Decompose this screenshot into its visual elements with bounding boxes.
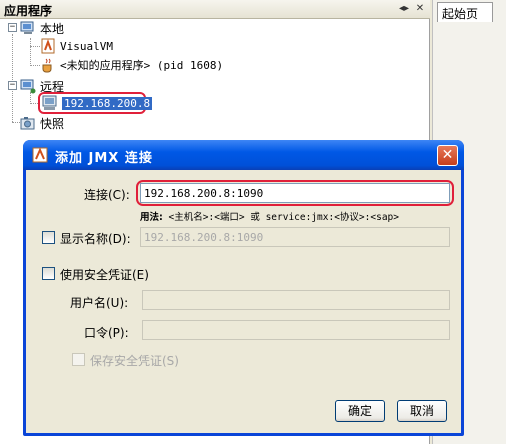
- usage-hint-label: 用法:: [140, 212, 163, 223]
- password-label: 口令(P):: [84, 326, 129, 340]
- remote-host-icon: [42, 95, 58, 111]
- tree-node-local[interactable]: 本地: [20, 19, 64, 37]
- username-label: 用户名(U):: [70, 296, 129, 310]
- app-icon: [32, 147, 48, 163]
- tree-node-remote-host[interactable]: 192.168.200.8: [42, 94, 153, 112]
- cancel-button[interactable]: 取消: [397, 400, 447, 422]
- panel-close-icon[interactable]: ✕: [414, 3, 426, 15]
- tree-node-visualvm[interactable]: VisualVM: [40, 37, 113, 55]
- add-jmx-connection-dialog: 添加 JMX 连接 ✕ 连接(C): 192.168.200.8:1090 用法…: [23, 140, 464, 436]
- computer-icon: [20, 20, 36, 36]
- local-expander[interactable]: −: [8, 23, 17, 32]
- tree-connector: [30, 38, 31, 66]
- tree-node-label: VisualVM: [60, 39, 113, 53]
- use-credentials-checkbox[interactable]: [42, 267, 55, 280]
- display-name-input[interactable]: 192.168.200.8:1090: [140, 227, 450, 247]
- tree-connector: [12, 34, 13, 122]
- tree-node-label: 快照: [40, 116, 65, 131]
- snapshot-icon: [20, 115, 36, 131]
- save-credentials-checkbox[interactable]: [72, 353, 85, 366]
- dialog-titlebar[interactable]: 添加 JMX 连接 ✕: [23, 140, 464, 170]
- panel-title: 应用程序: [4, 4, 53, 18]
- ok-button[interactable]: 确定: [335, 400, 385, 422]
- java-cup-icon: [40, 57, 56, 73]
- tree-connector: [30, 46, 40, 47]
- display-name-label: 显示名称(D):: [60, 232, 131, 246]
- close-button[interactable]: ✕: [437, 145, 458, 166]
- usage-hint-text: <主机名>:<端口> 或 service:jmx:<协议>:<sap>: [168, 212, 399, 223]
- panel-minimize-icon[interactable]: ◂▸: [398, 3, 410, 15]
- usage-hint: 用法: <主机名>:<端口> 或 service:jmx:<协议>:<sap>: [140, 209, 399, 223]
- tree-connector: [30, 65, 40, 66]
- tree-node-snapshots[interactable]: 快照: [20, 114, 64, 132]
- tree-node-unknown-application[interactable]: <未知的应用程序> (pid 1608): [40, 56, 223, 74]
- use-credentials-label: 使用安全凭证(E): [60, 268, 149, 282]
- dialog-title: 添加 JMX 连接: [55, 151, 153, 166]
- tree-node-label: 192.168.200.8: [62, 96, 153, 110]
- display-name-checkbox[interactable]: [42, 231, 55, 244]
- password-input[interactable]: [142, 320, 450, 340]
- username-input[interactable]: [142, 290, 450, 310]
- panel-header-buttons: ◂▸ ✕: [398, 3, 426, 15]
- visualvm-icon: [40, 38, 56, 54]
- connection-label: 连接(C):: [84, 188, 130, 202]
- remote-expander[interactable]: −: [8, 81, 17, 90]
- connection-input[interactable]: 192.168.200.8:1090: [140, 183, 450, 203]
- applications-panel-header: 应用程序 ◂▸ ✕: [0, 0, 430, 19]
- save-credentials-label: 保存安全凭证(S): [90, 354, 179, 368]
- tree-node-label: <未知的应用程序> (pid 1608): [60, 59, 224, 72]
- tab-start-page[interactable]: 起始页: [437, 2, 493, 22]
- dialog-content: 连接(C): 192.168.200.8:1090 用法: <主机名>:<端口>…: [26, 170, 461, 433]
- network-computer-icon: [20, 78, 36, 94]
- tree-node-label: 本地: [40, 21, 65, 36]
